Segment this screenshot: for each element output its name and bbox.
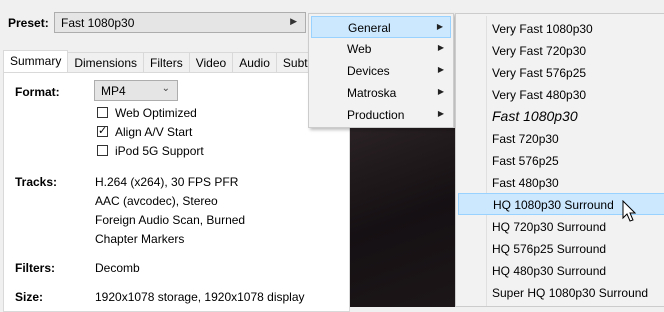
menu-item-label: Very Fast 480p30	[492, 88, 587, 102]
menu-item-label: Production	[347, 108, 405, 122]
menu-item-super-hq-1080p30-surround[interactable]: Super HQ 1080p30 Surround	[458, 282, 664, 304]
chevron-right-icon: ▶	[437, 65, 444, 74]
ipod-support-label: iPod 5G Support	[115, 144, 204, 158]
preset-label: Preset:	[8, 16, 49, 30]
menu-item-label: Very Fast 720p30	[492, 44, 587, 58]
size-value: 1920x1078 storage, 1920x1078 display	[95, 290, 305, 304]
web-optimized-label: Web Optimized	[115, 106, 197, 120]
video-preview	[350, 128, 460, 307]
menu-item-label: HQ 576p25 Surround	[492, 242, 607, 256]
menu-item-fast-480p30[interactable]: Fast 480p30	[458, 172, 664, 194]
menu-item-very-fast-720p30[interactable]: Very Fast 720p30	[458, 40, 664, 62]
web-optimized-checkbox[interactable]	[97, 107, 108, 118]
menu-item-fast-1080p30[interactable]: Fast 1080p30	[458, 106, 664, 128]
chevron-right-icon: ▶	[437, 109, 444, 118]
menu-item-label: HQ 480p30 Surround	[492, 264, 607, 278]
menu-item-label: Very Fast 576p25	[492, 66, 587, 80]
preset-submenu-general: Very Fast 1080p30 Very Fast 720p30 Very …	[455, 13, 664, 307]
chevron-right-icon: ▶	[436, 22, 443, 31]
track-audio: AAC (avcodec), Stereo	[95, 194, 218, 208]
menu-item-label: Fast 480p30	[492, 176, 559, 190]
filters-value: Decomb	[95, 261, 140, 275]
mouse-pointer-icon	[622, 200, 637, 222]
menu-item-label: Super HQ 1080p30 Surround	[492, 286, 649, 300]
menu-item-fast-720p30[interactable]: Fast 720p30	[458, 128, 664, 150]
tab-summary[interactable]: Summary	[3, 50, 69, 72]
format-value: MP4	[101, 84, 126, 98]
tab-video[interactable]: Video	[188, 52, 234, 72]
menu-item-matroska[interactable]: Matroska ▶	[311, 82, 451, 104]
chevron-right-icon: ▶	[437, 43, 444, 52]
track-video: H.264 (x264), 30 FPS PFR	[95, 175, 239, 189]
menu-item-label: Web	[347, 42, 372, 56]
menu-item-web[interactable]: Web ▶	[311, 38, 451, 60]
tab-dimensions[interactable]: Dimensions	[67, 52, 145, 72]
ipod-support-checkbox[interactable]	[97, 145, 108, 156]
size-label: Size:	[15, 290, 44, 304]
menu-item-label: HQ 720p30 Surround	[492, 220, 607, 234]
menu-item-label: Devices	[347, 64, 390, 78]
menu-item-fast-576p25[interactable]: Fast 576p25	[458, 150, 664, 172]
menu-item-devices[interactable]: Devices ▶	[311, 60, 451, 82]
chevron-right-icon: ▶	[290, 16, 297, 26]
align-av-checkbox[interactable]: ✓	[97, 126, 108, 137]
checkmark-icon: ✓	[98, 125, 108, 137]
menu-item-label: HQ 1080p30 Surround	[493, 198, 614, 212]
menu-item-very-fast-576p25[interactable]: Very Fast 576p25	[458, 62, 664, 84]
track-subtitle: Foreign Audio Scan, Burned	[95, 213, 246, 227]
menu-item-hq-480p30-surround[interactable]: HQ 480p30 Surround	[458, 260, 664, 282]
preset-category-menu: General ▶ Web ▶ Devices ▶ Matroska ▶ Pro…	[308, 13, 454, 128]
settings-tabs: Summary Dimensions Filters Video Audio S…	[3, 50, 330, 73]
track-chapters: Chapter Markers	[95, 232, 185, 246]
preset-dropdown[interactable]: Fast 1080p30 ▶	[54, 12, 306, 33]
chevron-down-icon: ⌄	[161, 83, 170, 94]
menu-item-general[interactable]: General ▶	[311, 16, 451, 38]
menu-item-very-fast-1080p30[interactable]: Very Fast 1080p30	[458, 18, 664, 40]
preset-value: Fast 1080p30	[61, 16, 135, 30]
menu-item-production[interactable]: Production ▶	[311, 104, 451, 126]
menu-item-hq-576p25-surround[interactable]: HQ 576p25 Surround	[458, 238, 664, 260]
menu-item-label: General	[348, 21, 391, 35]
tab-audio[interactable]: Audio	[232, 52, 277, 72]
align-av-label: Align A/V Start	[115, 125, 193, 139]
tracks-label: Tracks:	[15, 175, 58, 189]
menu-item-label: Matroska	[347, 86, 397, 100]
menu-item-label: Fast 720p30	[492, 132, 559, 146]
filters-label: Filters:	[15, 261, 56, 275]
format-label: Format:	[15, 85, 60, 99]
menu-item-label: Fast 576p25	[492, 154, 559, 168]
format-dropdown[interactable]: MP4 ⌄	[94, 80, 178, 101]
menu-item-label: Fast 1080p30	[492, 108, 578, 124]
menu-item-label: Very Fast 1080p30	[492, 22, 593, 36]
chevron-right-icon: ▶	[437, 87, 444, 96]
tab-filters[interactable]: Filters	[143, 52, 190, 72]
menu-item-very-fast-480p30[interactable]: Very Fast 480p30	[458, 84, 664, 106]
